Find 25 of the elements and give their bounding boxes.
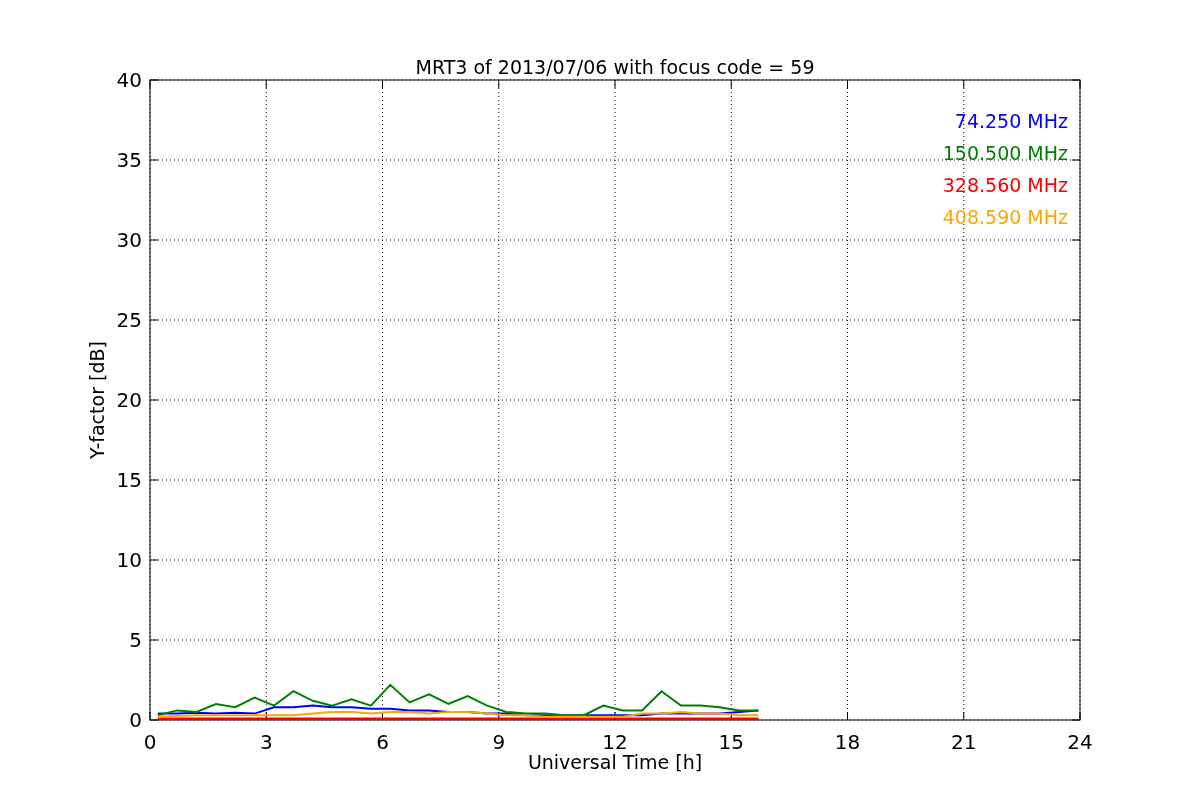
tick-label: 35: [116, 148, 142, 172]
chart-title: MRT3 of 2013/07/06 with focus code = 59: [415, 56, 815, 78]
tick-label: 40: [116, 68, 142, 92]
tick-label: 21: [951, 730, 977, 754]
legend-label: 328.560 MHz: [942, 174, 1068, 196]
tick-label: 9: [492, 730, 506, 754]
tick-label: 3: [259, 730, 273, 754]
tick-label: 30: [116, 228, 142, 252]
tick-label: 6: [376, 730, 389, 754]
tick-label: 5: [129, 628, 142, 652]
legend-label: 150.500 MHz: [942, 142, 1068, 164]
tick-label: 25: [116, 308, 142, 332]
tick-label: 18: [834, 730, 861, 754]
tick-label: 10: [116, 548, 142, 572]
tick-label: 24: [1067, 730, 1093, 754]
tick-label: 0: [129, 708, 142, 732]
legend-label: 408.590 MHz: [942, 206, 1068, 228]
tick-label: 15: [718, 730, 744, 754]
legend-label: 74.250 MHz: [954, 110, 1068, 132]
tick-label: 12: [602, 730, 628, 754]
tick-label: 15: [116, 468, 142, 492]
tick-label: 0: [143, 730, 157, 754]
axis-label: Y-factor [dB]: [86, 341, 108, 459]
axis-label: Universal Time [h]: [527, 751, 703, 773]
tick-label: 20: [116, 388, 142, 412]
